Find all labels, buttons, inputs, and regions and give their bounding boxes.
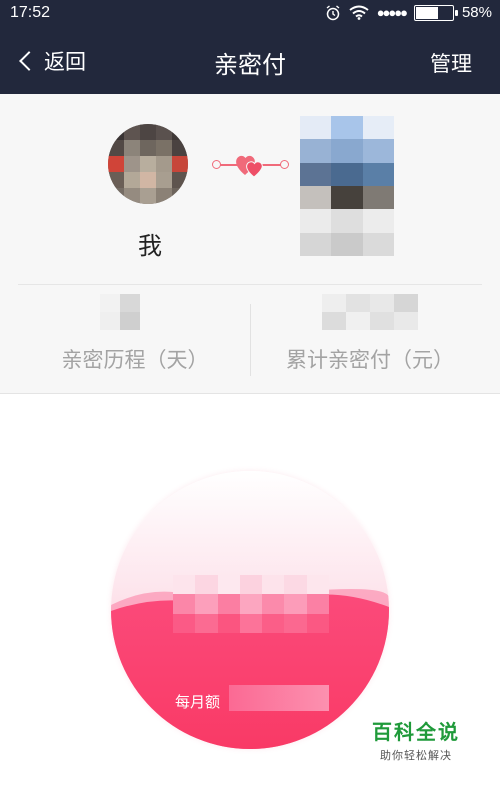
nav-bar: 返回 亲密付 管理	[0, 28, 500, 94]
my-avatar[interactable]	[108, 124, 188, 204]
watermark-subtitle: 助你轻松解决	[380, 749, 452, 762]
watermark-title: 百科全说	[372, 720, 460, 744]
section-divider	[18, 284, 482, 285]
watermark: 百科全说 助你轻松解决	[372, 716, 460, 763]
status-time: 17:52	[10, 4, 51, 21]
status-bar: 17:52 ●●●●● 58%	[0, 0, 500, 28]
link-dot-right	[280, 160, 289, 169]
page-title: 亲密付	[214, 51, 286, 79]
total-paid-label: 累计亲密付（元）	[286, 348, 454, 372]
relationship-card: 我 亲密历程（天） 累计亲密付（元）	[0, 94, 500, 394]
battery-fill	[415, 6, 438, 19]
my-name-label: 我	[138, 232, 162, 260]
alarm-icon	[326, 4, 340, 20]
total-paid-value	[322, 294, 418, 330]
battery-icon	[413, 4, 458, 21]
partner-avatar[interactable]	[300, 116, 394, 256]
wifi-icon	[349, 5, 369, 20]
double-heart-icon	[236, 155, 263, 178]
status-icons: ●●●●● 58%	[325, 4, 492, 21]
battery-percent: 58%	[461, 4, 492, 21]
monthly-limit-value	[229, 685, 329, 711]
stats-divider	[250, 304, 251, 376]
manage-button[interactable]: 管理	[430, 48, 472, 78]
intimacy-days-label: 亲密历程（天）	[61, 348, 209, 372]
limit-amount-value	[173, 575, 329, 633]
monthly-limit-circle[interactable]: 每月额	[111, 471, 389, 749]
monthly-limit-label: 每月额	[175, 693, 221, 711]
signal-dots-icon: ●●●●●	[376, 5, 408, 20]
intimacy-days-value	[100, 294, 140, 330]
link-dot-left	[212, 160, 221, 169]
